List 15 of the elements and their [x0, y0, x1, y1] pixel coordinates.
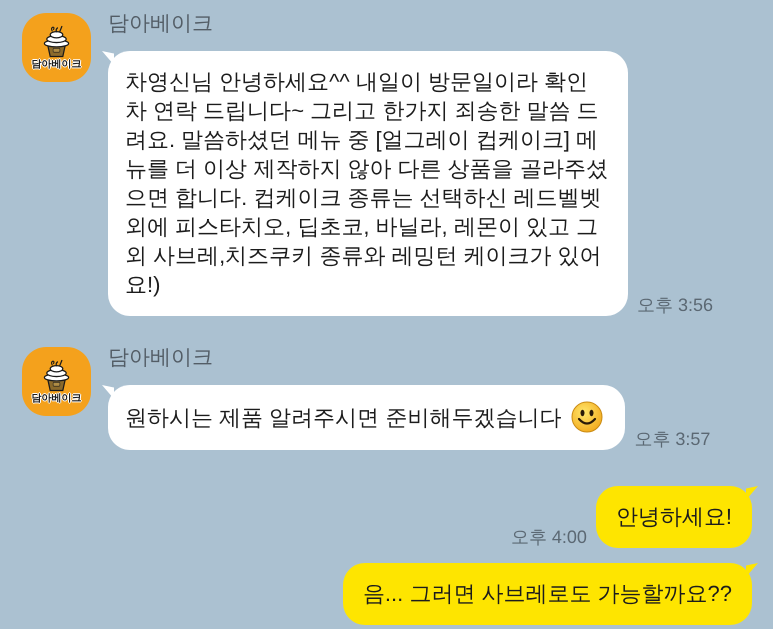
message-text: 차영신님 안녕하세요^^ 내일이 방문일이라 확인 차 연락 드립니다~ 그리고 한가지 죄송한 말씀 드려요. 말씀하셨던 메뉴 중 [얼그레이 컵케이크] 메뉴를 더 이상 제작하지 않아 다른 상품을 골라주셨으면 합니다. 컵케이크 종류는 선택하신 레드벨벳 외에 피스타치오, 딥초코, 바닐라, 레몬이 있고 그 외 사브레,치즈쿠키 종류와 레밍턴 케이크가 있어요!) [125, 68, 609, 299]
sender-name: 담아베이크 [108, 345, 213, 371]
message-time: 오후 3:56 [637, 295, 714, 316]
message-text: 원하시는 제품 알려주시면 준비해두겠습니다 [125, 404, 562, 432]
message-time: 오후 3:57 [634, 429, 710, 450]
logo-text: 담아베이크 [32, 58, 82, 70]
sender-name: 담아베이크 [108, 11, 213, 37]
message-text: 안녕하세요! [616, 503, 732, 531]
message-text: 음... 그러면 사브레로도 가능할까요?? [362, 580, 732, 608]
logo-text: 담아베이크 [32, 392, 82, 404]
cupcake-icon [41, 24, 72, 58]
profile-avatar[interactable]: 담아베이크 [22, 13, 91, 82]
message-time: 오후 4:00 [510, 527, 587, 548]
cupcake-icon [41, 358, 72, 392]
profile-avatar[interactable]: 담아베이크 [22, 347, 91, 416]
